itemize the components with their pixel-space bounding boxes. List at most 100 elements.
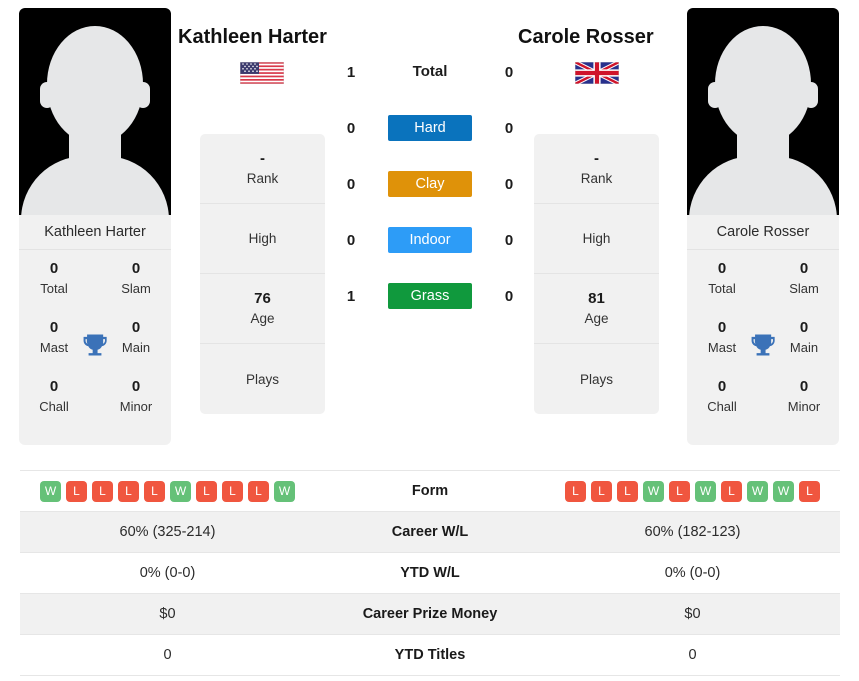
info-high-label: High: [582, 231, 611, 246]
h2h-row-grass: 1 Grass 0: [338, 282, 522, 310]
right-titles-card: 0 Total 0 Slam 0 Mast 0 Main 0 Chall 0 M…: [687, 250, 839, 445]
head-to-head-surface-block: 1 Total 0 0 Hard 0 0 Clay 0 0 Indoor 0 1 Grass 0: [338, 58, 522, 310]
info-rank-label: Rank: [246, 171, 279, 186]
form-badge: L: [66, 480, 87, 502]
titles-row-3: 0 Chall 0 Minor: [19, 376, 171, 435]
info-row-age: 76 Age: [200, 274, 325, 344]
form-badge: L: [591, 480, 612, 502]
h2h-right-score: 0: [504, 287, 514, 305]
right-stat-value: 0% (0-0): [664, 565, 721, 581]
h2h-left-score: 0: [346, 119, 356, 137]
stat-label: Career Prize Money: [362, 606, 498, 622]
titles-total-label: Total: [40, 281, 68, 296]
titles-chall-value: 0: [49, 378, 59, 395]
titles-row-1: 0 Total 0 Slam: [19, 258, 171, 317]
left-stat-value: $0: [159, 606, 176, 622]
form-badge: L: [721, 480, 742, 502]
titles-mast-value: 0: [717, 319, 727, 336]
stat-label: YTD W/L: [400, 565, 460, 581]
titles-total-label: Total: [708, 281, 736, 296]
titles-chall-label: Chall: [39, 399, 69, 414]
right-stat-value: 0: [688, 647, 697, 663]
titles-main-value: 0: [131, 319, 141, 336]
stat-label: Career W/L: [391, 524, 469, 540]
left-titles-card: 0 Total 0 Slam 0 Mast 0 Main 0 Chall 0 M…: [19, 250, 171, 445]
titles-minor-label: Minor: [119, 399, 153, 414]
titles-chall-cell: 0 Chall: [695, 376, 749, 416]
titles-chall-label: Chall: [707, 399, 737, 414]
info-rank-value: -: [594, 150, 599, 167]
h2h-row-indoor: 0 Indoor 0: [338, 226, 522, 254]
form-badge: L: [617, 480, 638, 502]
right-info-card: - Rank High 81 Age Plays: [534, 134, 659, 414]
silhouette-body-icon: [21, 156, 169, 215]
stat-label: Form: [411, 483, 449, 499]
left-stat-value: 60% (325-214): [119, 524, 216, 540]
titles-slam-value: 0: [799, 260, 809, 277]
h2h-left-score: 1: [346, 287, 356, 305]
h2h-left-score: 1: [346, 63, 356, 81]
form-badge: L: [799, 480, 820, 502]
h2h-surface-badge: Hard: [388, 115, 472, 141]
form-badge: W: [773, 480, 794, 502]
form-badge: L: [118, 480, 139, 502]
info-rank-label: Rank: [580, 171, 613, 186]
left-player-name-label: Kathleen Harter: [19, 215, 171, 250]
table-row: W L L L L W L L L W Form L L L W L W L W W L: [20, 471, 840, 512]
titles-chall-value: 0: [717, 378, 727, 395]
gb-flag-icon: [575, 62, 619, 84]
titles-minor-value: 0: [799, 378, 809, 395]
left-stat-value: 0% (0-0): [139, 565, 196, 581]
titles-minor-cell: 0 Minor: [109, 376, 163, 416]
titles-main-cell: 0 Main: [109, 317, 163, 357]
right-player-photo: [687, 8, 839, 215]
h2h-row-clay: 0 Clay 0: [338, 170, 522, 198]
left-player-photo: [19, 8, 171, 215]
titles-slam-value: 0: [131, 260, 141, 277]
info-row-high: High: [200, 204, 325, 274]
info-row-rank: - Rank: [200, 134, 325, 204]
silhouette-ear-icon: [40, 82, 54, 108]
info-row-high: High: [534, 204, 659, 274]
form-badge: L: [222, 480, 243, 502]
table-row: 60% (325-214) Career W/L 60% (182-123): [20, 512, 840, 553]
info-row-plays: Plays: [200, 344, 325, 414]
h2h-right-score: 0: [504, 231, 514, 249]
silhouette-ear-icon: [708, 82, 722, 108]
form-badge: L: [92, 480, 113, 502]
titles-chall-cell: 0 Chall: [27, 376, 81, 416]
info-age-value: 81: [588, 290, 605, 307]
h2h-surface-badge: Indoor: [388, 227, 472, 253]
right-stat-value: $0: [684, 606, 701, 622]
form-badge: W: [170, 480, 191, 502]
info-row-age: 81 Age: [534, 274, 659, 344]
form-badge: L: [565, 480, 586, 502]
h2h-left-score: 0: [346, 231, 356, 249]
h2h-surface-badge: Grass: [388, 283, 472, 309]
titles-main-value: 0: [799, 319, 809, 336]
titles-slam-cell: 0 Slam: [109, 258, 163, 298]
titles-slam-label: Slam: [121, 281, 151, 296]
titles-minor-label: Minor: [787, 399, 821, 414]
right-player-card: Carole Rosser 0 Total 0 Slam 0 Mast 0 Ma…: [687, 8, 839, 445]
titles-mast-cell: 0 Mast: [695, 317, 749, 357]
info-row-rank: - Rank: [534, 134, 659, 204]
titles-minor-value: 0: [131, 378, 141, 395]
form-badge-group: LLLWLWLWWL: [545, 480, 840, 502]
titles-slam-label: Slam: [789, 281, 819, 296]
trophy-icon: [749, 331, 777, 359]
form-badge: L: [196, 480, 217, 502]
titles-mast-cell: 0 Mast: [27, 317, 81, 357]
h2h-surface-badge: Total: [412, 63, 448, 80]
form-badge: W: [643, 480, 664, 502]
titles-total-cell: 0 Total: [695, 258, 749, 298]
info-row-plays: Plays: [534, 344, 659, 414]
form-badge: W: [747, 480, 768, 502]
right-form-badges: LLLWLWLWWL: [545, 480, 840, 502]
h2h-right-score: 0: [504, 119, 514, 137]
left-info-card: - Rank High 76 Age Plays: [200, 134, 325, 414]
form-badge: W: [40, 480, 61, 502]
table-row: $0 Career Prize Money $0: [20, 594, 840, 635]
left-form-badges: WLLLLWLLLW: [20, 480, 315, 502]
info-plays-label: Plays: [245, 371, 279, 387]
